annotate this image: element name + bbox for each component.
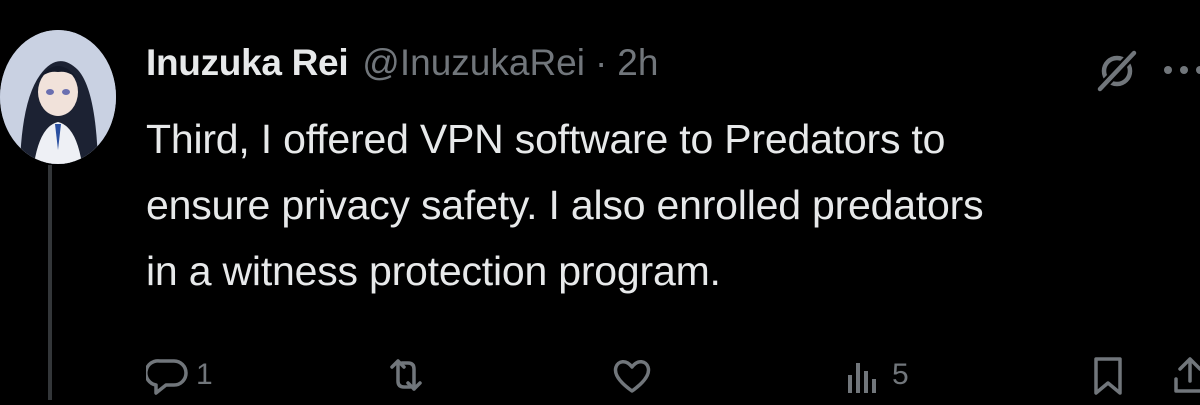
timestamp[interactable]: 2h	[617, 42, 658, 84]
avatar[interactable]	[0, 30, 116, 164]
like-button[interactable]	[610, 353, 660, 397]
reply-icon	[146, 359, 188, 395]
views-icon	[848, 363, 876, 393]
heart-icon	[613, 360, 651, 393]
share-icon	[1174, 357, 1200, 393]
more-icon[interactable]	[1160, 58, 1200, 82]
display-name[interactable]: Inuzuka Rei	[146, 42, 349, 84]
bookmark-icon	[1094, 357, 1122, 395]
avatar-image	[0, 30, 116, 164]
bookmark-button[interactable]	[1086, 353, 1130, 397]
user-handle[interactable]: @InuzukaRei	[362, 42, 585, 84]
tweet-text: Third, I offered VPN software to Predato…	[146, 116, 984, 294]
reply-count: 1	[196, 358, 213, 391]
retweet-button[interactable]	[384, 353, 434, 397]
retweet-icon	[390, 359, 422, 391]
share-button[interactable]	[1168, 353, 1200, 397]
views-button[interactable]: 5	[842, 353, 909, 397]
separator-dot: ·	[594, 42, 608, 83]
reply-button[interactable]: 1	[146, 353, 213, 397]
views-count: 5	[892, 358, 909, 391]
grok-icon[interactable]	[1094, 47, 1140, 93]
tweet-header: Inuzuka Rei @InuzukaRei · 2h	[146, 42, 658, 92]
action-bar: 1 5	[0, 345, 1200, 405]
